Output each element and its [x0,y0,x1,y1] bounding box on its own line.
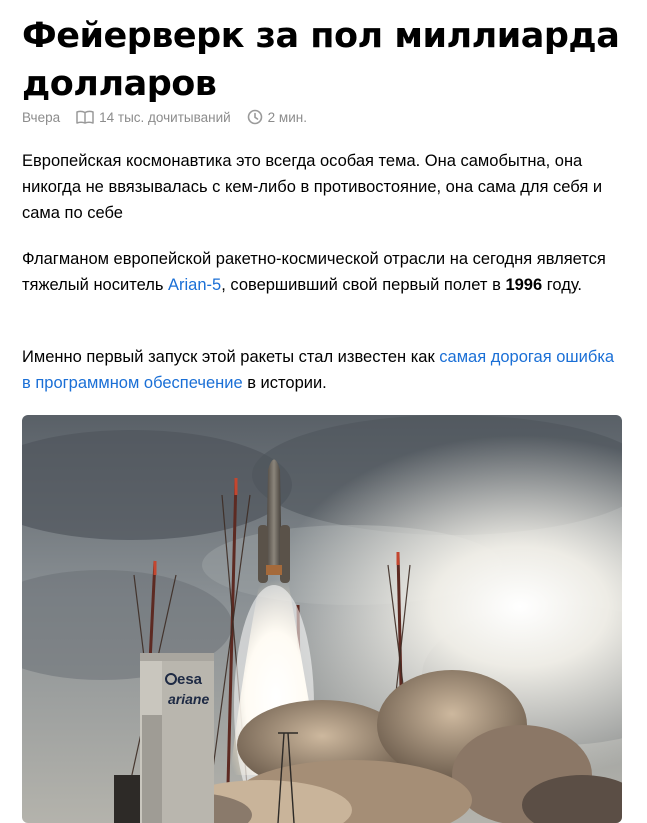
article-meta: Вчера 14 тыс. дочитываний 2 мин. [22,106,307,128]
year-bold: 1996 [505,276,543,294]
paragraph-3: Именно первый запуск этой ракеты стал из… [22,344,627,396]
reads-count-label: 14 тыс. дочитываний [99,109,231,125]
paragraph-2-text-middle: , совершивший свой первый полет в [221,276,506,294]
read-time-label: 2 мин. [267,109,307,125]
paragraph-1: Европейская космонавтика это всегда особ… [22,148,627,226]
paragraph-3-text-start: Именно первый запуск этой ракеты стал из… [22,348,440,366]
paragraph-3-text-end: в истории. [242,374,327,392]
paragraph-2-text-end: году. [542,276,583,294]
rocket-launch-illustration: esa ariane [22,415,622,823]
clock-icon [247,109,262,125]
arian5-link[interactable]: Arian-5 [168,276,221,294]
article: Фейерверк за пол миллиарда долларов Вчер… [0,0,647,823]
read-time: 2 мин. [247,109,307,125]
publish-date: Вчера [22,109,61,125]
reads-count: 14 тыс. дочитываний [76,110,231,125]
paragraph-2: Флагманом европейской ракетно-космическо… [22,246,627,298]
building-logo-top: esa [177,671,203,688]
building-logo-bottom: ariane [168,691,209,707]
open-book-icon [76,110,94,124]
article-title: Фейерверк за пол миллиарда долларов [22,16,620,104]
rocket-launch-photo[interactable]: esa ariane [22,415,622,823]
paragraph-1-text: Европейская космонавтика это всегда особ… [22,152,603,222]
